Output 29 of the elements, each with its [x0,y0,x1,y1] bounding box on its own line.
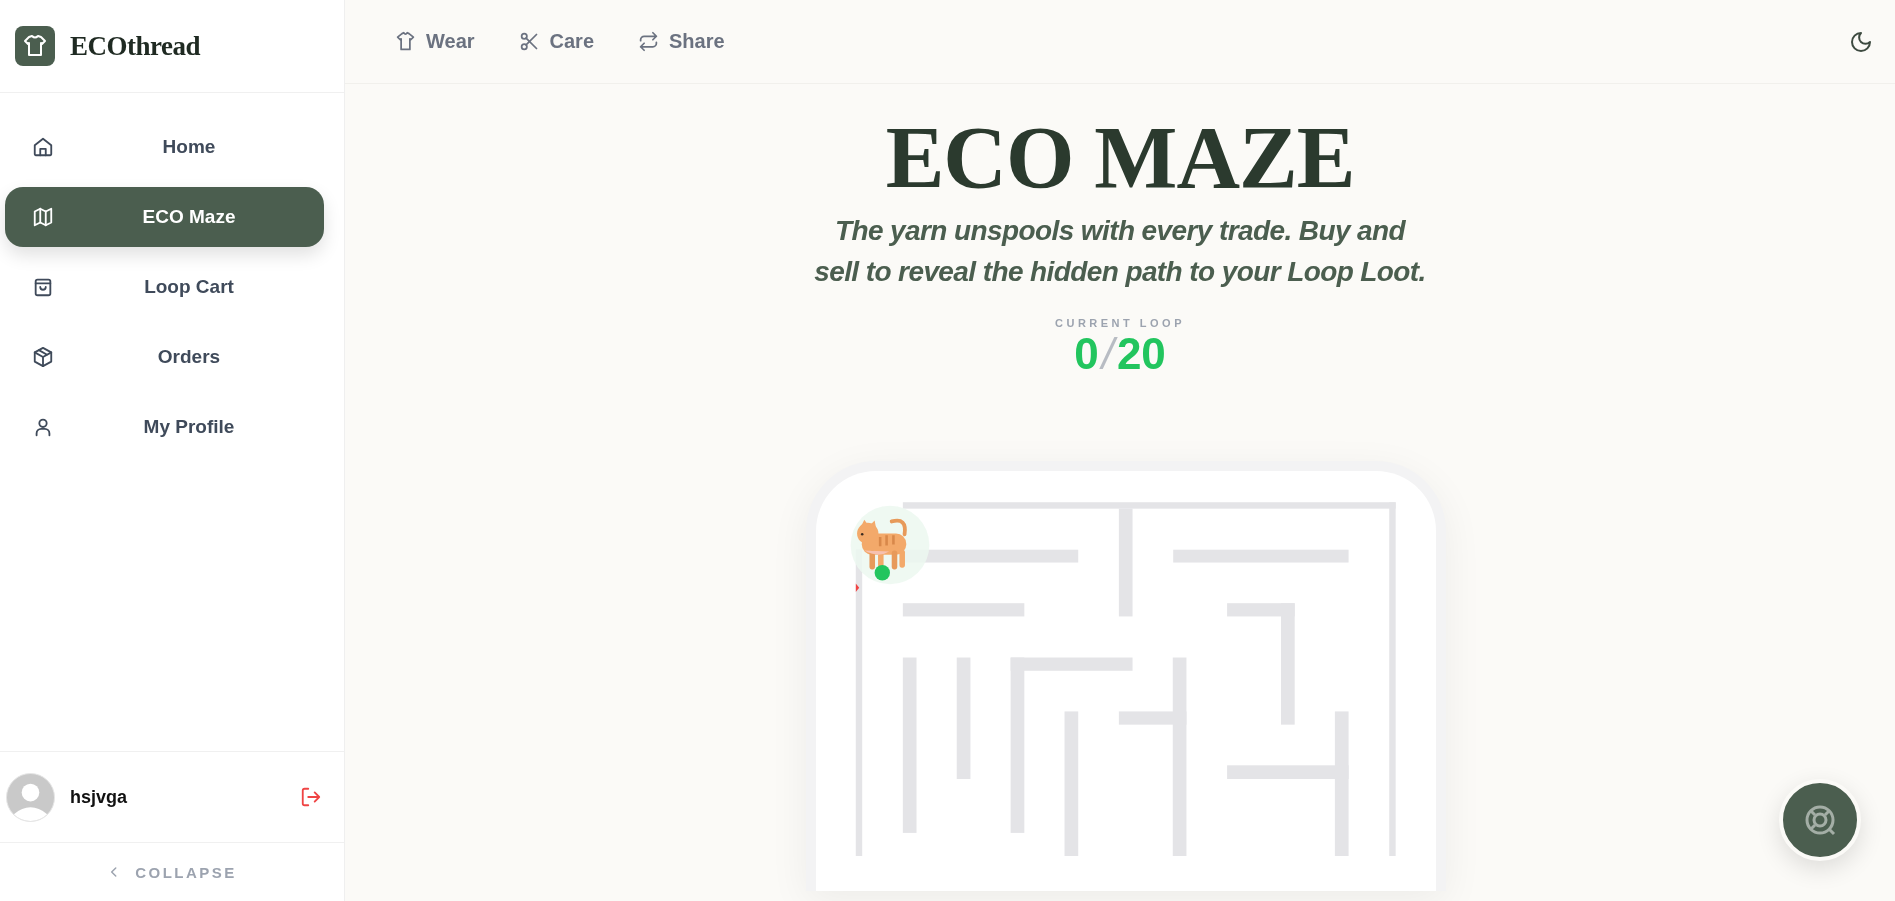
dark-mode-icon[interactable] [1849,29,1873,54]
start-marker [855,583,859,593]
avatar [6,772,55,822]
cat-icon [856,518,907,570]
loop-current: 0 [1074,329,1099,379]
scissors-icon [518,31,540,52]
page-title: ECO MAZE [885,110,1355,206]
top-nav-link[interactable]: Wear [395,30,475,53]
logo-icon [15,26,55,66]
user-name: hsjvga [70,786,129,808]
loop-total: 20 [1116,329,1166,379]
home-icon [32,136,54,158]
box-icon [32,346,54,368]
top-nav-link[interactable]: Share [638,30,725,53]
brand-name: ECOthread [70,30,200,62]
nav-item[interactable]: Home [5,117,324,177]
nav-item[interactable]: ECO Maze [5,187,324,247]
shopping-bag-icon [32,276,54,298]
page-subtitle: The yarn unspools with every trade. Buy and sell to reveal the hidden path to your Loop Loot. [813,214,1427,289]
top-nav-link[interactable]: Care [518,30,595,53]
player-dot [874,565,890,581]
shirt-icon [395,31,416,52]
nav-item[interactable]: Loop Cart [5,257,324,317]
loop-label: CURRENT LOOP [1055,317,1185,329]
nav-item[interactable]: My Profile [5,397,324,457]
logout-icon[interactable] [300,786,322,808]
nav-item[interactable]: Orders [5,327,324,387]
map-icon [32,206,54,228]
swap-arrows-icon [638,31,660,52]
